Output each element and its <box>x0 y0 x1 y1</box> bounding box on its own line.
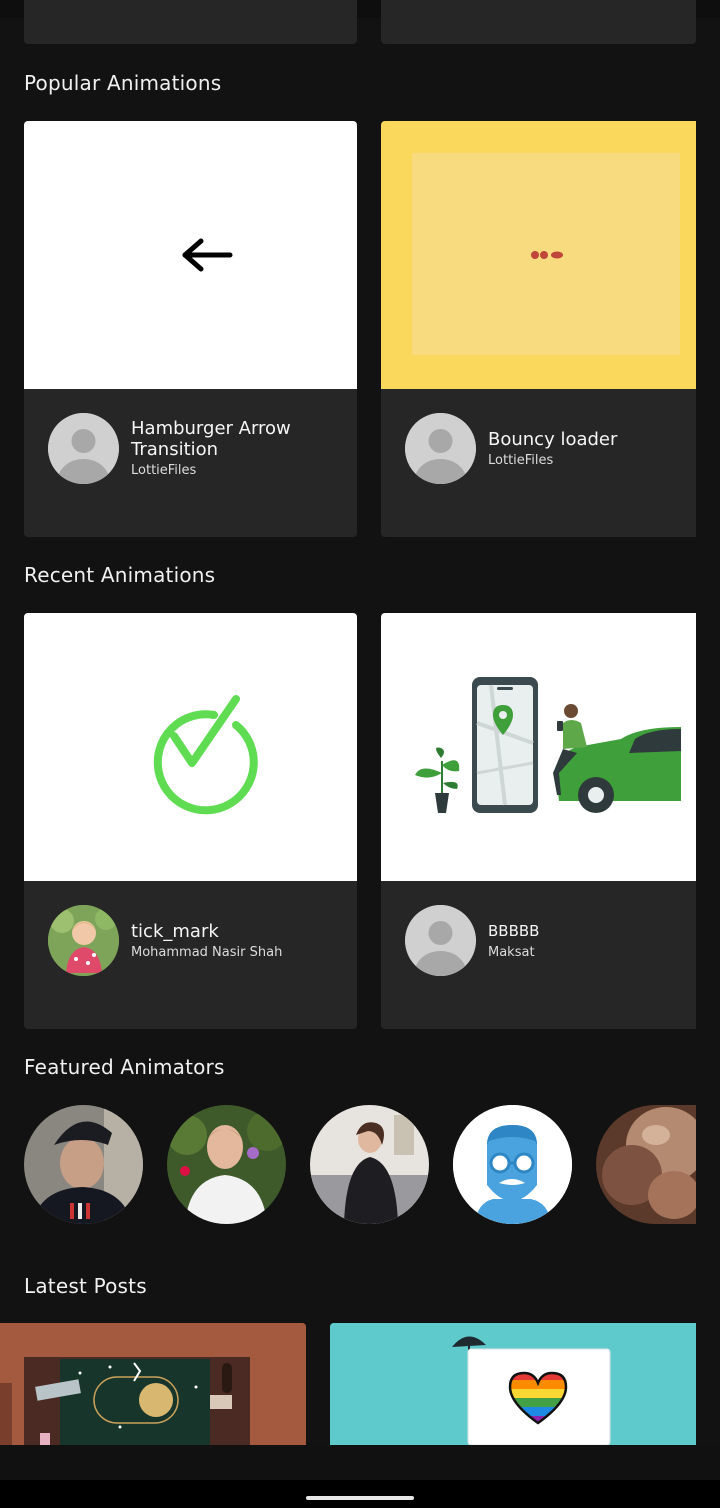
arrow-left-icon <box>182 238 233 272</box>
section-title-featured: Featured Animators <box>24 1055 225 1079</box>
animator-photo-icon <box>167 1105 286 1224</box>
animator-photo-icon <box>310 1105 429 1224</box>
check-mark-icon <box>153 695 258 815</box>
animator-avatar-smiling[interactable] <box>167 1105 286 1224</box>
animation-meta: tick_mark Mohammad Nasir Shah <box>24 881 357 1029</box>
animation-card-hamburger-arrow[interactable]: Hamburger Arrow Transition LottieFiles <box>24 121 357 537</box>
author-avatar[interactable] <box>405 413 476 484</box>
system-nav-bar <box>0 1480 720 1508</box>
animation-card-tick-mark[interactable]: tick_mark Mohammad Nasir Shah <box>24 613 357 1029</box>
bearded-man-icon <box>453 1105 572 1224</box>
post-image-night-scene <box>0 1323 306 1445</box>
section-title-recent: Recent Animations <box>24 563 216 587</box>
previous-card[interactable] <box>24 0 357 44</box>
animation-card-bouncy-loader[interactable]: Bouncy loader LottieFiles <box>381 121 696 537</box>
section-title-posts: Latest Posts <box>24 1274 147 1298</box>
previous-card[interactable] <box>381 0 696 44</box>
post-card-rainbow-heart[interactable] <box>330 1323 696 1445</box>
animation-author[interactable]: LottieFiles <box>488 452 686 470</box>
animation-card-bbbbb[interactable]: BBBBB Maksat <box>381 613 696 1029</box>
animator-avatar-blurry[interactable] <box>596 1105 696 1224</box>
section-title-popular: Popular Animations <box>24 71 222 95</box>
author-avatar[interactable] <box>48 413 119 484</box>
author-avatar[interactable] <box>405 905 476 976</box>
animation-title[interactable]: Bouncy loader <box>488 429 686 450</box>
animation-meta: Hamburger Arrow Transition LottieFiles <box>24 389 357 537</box>
default-user-icon <box>48 413 119 484</box>
default-user-icon <box>405 905 476 976</box>
animator-photo-icon <box>596 1105 696 1224</box>
author-avatar[interactable] <box>48 905 119 976</box>
animation-title[interactable]: BBBBB <box>488 921 686 942</box>
animation-author[interactable]: Maksat <box>488 944 686 962</box>
post-card-night-scene[interactable] <box>0 1323 306 1445</box>
child-photo-icon <box>48 905 119 976</box>
post-image-rainbow-heart <box>330 1323 696 1445</box>
animation-author[interactable]: LottieFiles <box>131 462 347 480</box>
animation-title[interactable]: Hamburger Arrow Transition <box>131 418 347 460</box>
animation-title[interactable]: tick_mark <box>131 921 347 942</box>
animation-preview <box>381 613 696 881</box>
animation-meta: Bouncy loader LottieFiles <box>381 389 696 537</box>
delivery-illustration <box>415 677 681 813</box>
loader-dots-icon <box>412 153 680 355</box>
default-user-icon <box>405 413 476 484</box>
home-indicator[interactable] <box>306 1496 414 1500</box>
animation-preview <box>381 121 696 389</box>
animator-photo-icon <box>24 1105 143 1224</box>
animation-meta: BBBBB Maksat <box>381 881 696 1029</box>
animation-preview <box>24 613 357 881</box>
animation-author[interactable]: Mohammad Nasir Shah <box>131 944 347 962</box>
animation-preview <box>24 121 357 389</box>
animator-avatar-beard-illustration[interactable] <box>453 1105 572 1224</box>
animator-avatar-woman[interactable] <box>310 1105 429 1224</box>
animator-avatar-cap[interactable] <box>24 1105 143 1224</box>
